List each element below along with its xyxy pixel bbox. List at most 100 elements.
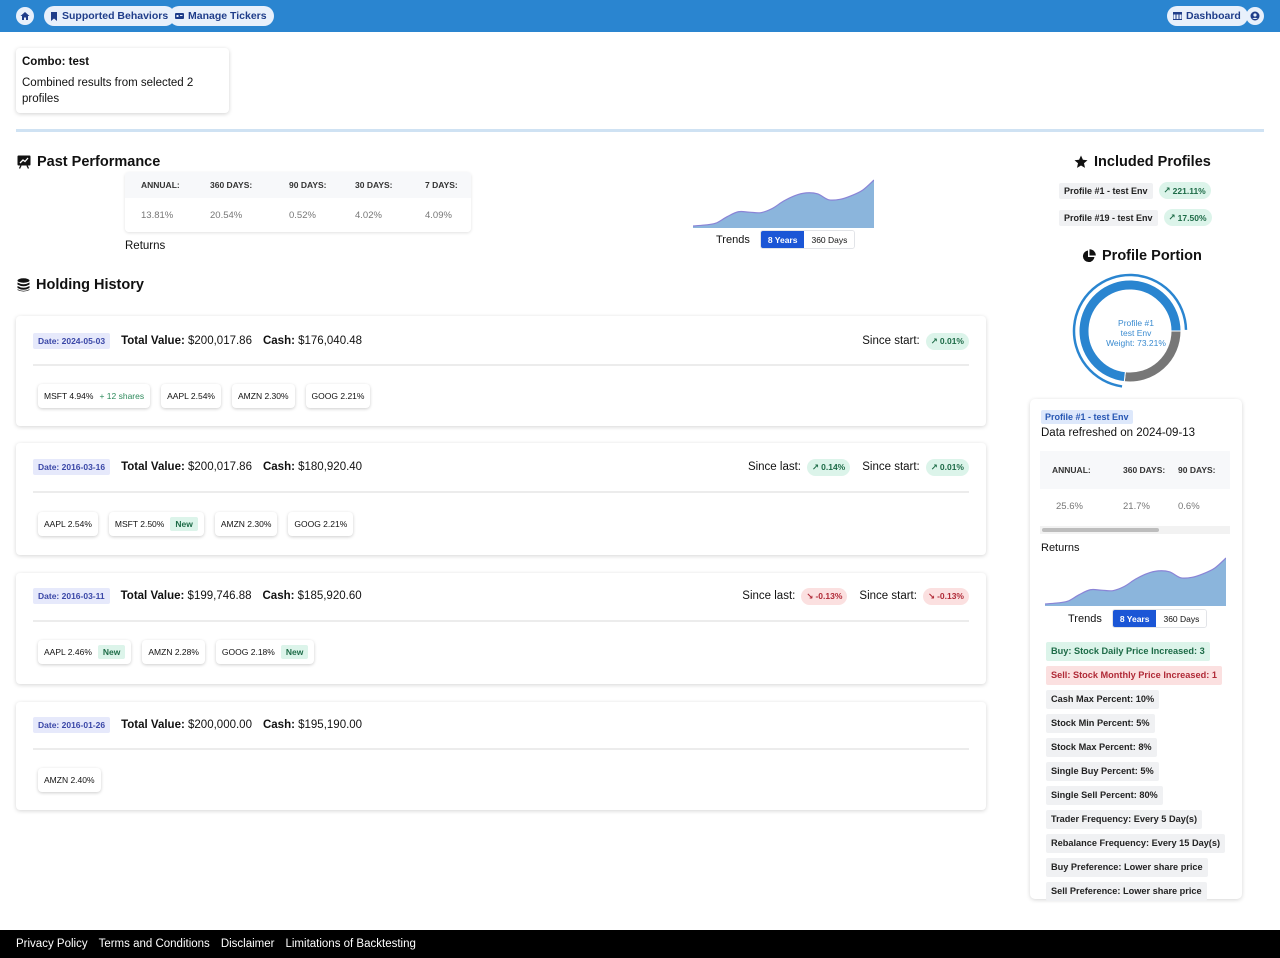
returns-table: ANNUAL: 360 DAYS: 90 DAYS: 30 DAYS: 7 DA… [125, 172, 471, 232]
setting-badge: Single Sell Percent: 80% [1046, 786, 1163, 805]
cash: Cash: $176,040.48 [263, 335, 362, 347]
since-last-value: 0.14% [821, 462, 846, 472]
account-button[interactable] [1246, 7, 1264, 25]
holding-text: AAPL 2.54% [167, 391, 215, 401]
holding-chip: AMZN 2.30% [232, 384, 295, 408]
included-profile-item[interactable]: Profile #19 - test Env ↗ 17.50% [1059, 209, 1212, 226]
holding-entry-summary: Date: 2016-01-26 Total Value: $200,000.0… [33, 717, 969, 733]
cash-label: Cash: [262, 719, 295, 731]
cash-label: Cash: [262, 590, 295, 602]
trend-8-years-button[interactable]: 8 Years [760, 231, 805, 248]
included-profile-item[interactable]: Profile #1 - test Env ↗ 221.11% [1059, 182, 1211, 199]
holding-chip: AAPL 2.54% [38, 512, 98, 536]
since-start-label: Since start: [862, 335, 920, 347]
footer: Privacy Policy Terms and Conditions Disc… [0, 930, 1280, 958]
total-value-label: Total Value: [121, 719, 185, 731]
supported-behaviors-button[interactable]: Supported Behaviors [44, 6, 176, 26]
date-badge: Date: 2016-03-16 [33, 459, 111, 475]
setting-badge: Trader Frequency: Every 5 Day(s) [1046, 810, 1203, 829]
return-value: 21.7% [1123, 500, 1150, 512]
trend-up-icon: ↗ [812, 461, 820, 472]
total-value-label: Total Value: [121, 461, 185, 473]
trend-360-days-button[interactable]: 360 Days [1156, 610, 1207, 627]
trend-360-days-button[interactable]: 360 Days [804, 231, 855, 248]
table-horizontal-scrollbar[interactable] [1040, 526, 1230, 534]
user-circle-icon [1250, 11, 1260, 21]
profile-trend-sparkline [1045, 557, 1226, 606]
holdings-list: AAPL 2.46% New AMZN 2.28% GOOG 2.18% New [38, 640, 315, 664]
since-start-badge: ↘ -0.13% [922, 587, 969, 605]
included-profiles-heading: Included Profiles [1074, 154, 1211, 170]
since-last-badge: ↘ -0.13% [801, 587, 848, 605]
holding-text: AMZN 2.30% [238, 391, 289, 401]
privacy-policy-link[interactable]: Privacy Policy [16, 938, 88, 950]
since-start-label: Since start: [859, 590, 917, 602]
star-icon [1074, 155, 1088, 168]
since-last-value: -0.13% [815, 591, 843, 601]
holding-text: GOOG 2.18% [221, 647, 275, 657]
terms-link[interactable]: Terms and Conditions [99, 938, 210, 950]
profile-return-value: 17.50% [1177, 212, 1207, 223]
presentation-chart-icon [17, 155, 31, 169]
column-header: 360 DAYS: [1123, 465, 1166, 475]
column-header: 7 DAYS: [425, 180, 458, 190]
dashboard-button[interactable]: Dashboard [1167, 6, 1248, 26]
since-start-badge: ↗ 0.01% [925, 332, 969, 350]
manage-tickers-button[interactable]: Manage Tickers [169, 6, 274, 26]
holding-entry-summary: Date: 2016-03-11 Total Value: $199,746.8… [33, 587, 969, 605]
returns-table-header: ANNUAL: 360 DAYS: 90 DAYS: 30 DAYS: 7 DA… [125, 172, 471, 198]
total-value: Total Value: $199,746.88 [121, 590, 252, 602]
holding-chip: AAPL 2.54% [161, 384, 221, 408]
return-value: 25.6% [1056, 500, 1083, 512]
holding-text: AMZN 2.30% [220, 519, 272, 529]
holding-chip: AAPL 2.46% New [38, 640, 132, 664]
holding-shares-change: + 12 shares [99, 391, 145, 401]
trend-up-icon: ↗ [1163, 185, 1171, 195]
total-value: Total Value: $200,017.86 [121, 461, 252, 473]
home-button[interactable] [16, 7, 34, 25]
profile-name[interactable]: Profile #19 - test Env [1059, 209, 1158, 226]
pie-chart-icon [1082, 249, 1096, 263]
change-indicators: Since start: ↗ 0.01% [862, 332, 969, 350]
combo-title: Combo: test [22, 56, 90, 68]
trend-down-icon: ↘ [927, 590, 936, 601]
profile-returns-row: 25.6% 21.7% 0.6% [1040, 489, 1230, 523]
profile-name[interactable]: Profile #1 - test Env [1059, 182, 1153, 199]
combo-card: Combo: test Combined results from select… [16, 48, 229, 113]
trend-8-years-button[interactable]: 8 Years [1112, 610, 1157, 627]
total-value: Total Value: $200,017.86 [121, 335, 252, 347]
profile-returns-table: ANNUAL: 360 DAYS: 90 DAYS: 25.6% 21.7% 0… [1040, 451, 1230, 534]
profile-return-badge: ↗ 221.11% [1158, 182, 1211, 199]
total-value: Total Value: $200,000.00 [121, 719, 252, 731]
date-badge: Date: 2016-01-26 [33, 717, 111, 733]
holding-entry: Date: 2016-03-11 Total Value: $199,746.8… [16, 573, 986, 684]
change-indicators: Since last: ↗ 0.14% Since start: ↗ 0.01% [747, 458, 969, 476]
trend-range-toggle: 8 Years 360 Days [759, 230, 856, 249]
column-header: 90 DAYS: [1178, 465, 1216, 475]
since-last-badge: ↗ 0.14% [807, 458, 851, 476]
holdings-list: MSFT 4.94% + 12 shares AAPL 2.54% AMZN 2.… [38, 384, 371, 408]
holding-chip: AMZN 2.40% [38, 768, 101, 792]
profile-portion-donut: Profile #1 test Env Weight: 73.21% [1070, 268, 1202, 394]
column-header: ANNUAL: [141, 180, 180, 190]
column-header: 360 DAYS: [210, 180, 253, 190]
holdings-list: AAPL 2.54% MSFT 2.50% New AMZN 2.30% GOOG… [38, 512, 354, 536]
cash-amount: $195,190.00 [298, 719, 363, 731]
returns-label: Returns [1041, 542, 1080, 554]
return-value: 4.09% [425, 209, 452, 221]
trends-control: Trends 8 Years 360 Days [716, 230, 856, 249]
backtesting-limitations-link[interactable]: Limitations of Backtesting [285, 938, 415, 950]
setting-badge: Single Buy Percent: 5% [1046, 762, 1159, 781]
holding-chip: AMZN 2.30% [214, 512, 278, 536]
disclaimer-link[interactable]: Disclaimer [221, 938, 275, 950]
since-last-label: Since last: [747, 461, 801, 473]
holding-chip: AMZN 2.28% [142, 640, 205, 664]
returns-table-row: 13.81% 20.54% 0.52% 4.02% 4.09% [125, 198, 471, 232]
total-value-label: Total Value: [120, 590, 185, 602]
scrollbar-thumb[interactable] [1042, 528, 1159, 532]
section-divider [16, 129, 1264, 132]
total-value-amount: $199,746.88 [187, 590, 252, 602]
holding-text: AMZN 2.28% [148, 647, 199, 657]
holding-history-title: Holding History [36, 277, 144, 293]
cash-amount: $176,040.48 [298, 335, 363, 347]
